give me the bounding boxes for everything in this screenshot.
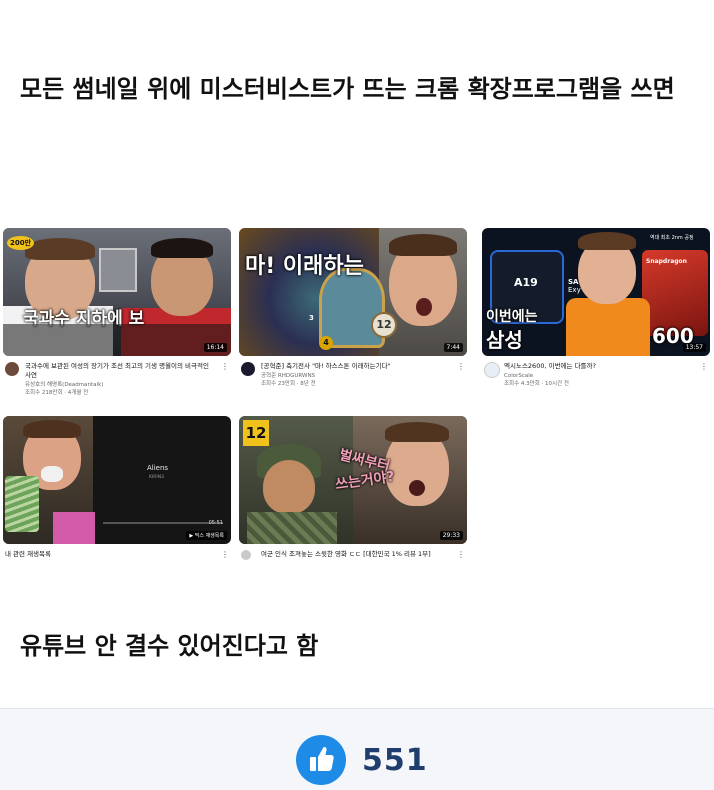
video-title[interactable]: [공혁준] 축기전사 "마! 하스스톤 이래하는기다" xyxy=(261,362,451,371)
sa-label: SA xyxy=(568,278,579,286)
face-shape xyxy=(263,460,315,514)
exy-label: Exy xyxy=(568,286,581,294)
video-card[interactable]: 200만 국과수 지하에 보 16:14 국과수에 보관된 여성의 장기가 조선… xyxy=(3,228,231,405)
more-options-icon[interactable]: ⋮ xyxy=(221,362,229,371)
uniform-shape xyxy=(247,512,337,544)
video-card[interactable]: Aliens KIRIN3 ▶ 믹스 재생목록 05:51 내 관련 재생목록 … xyxy=(3,416,231,593)
money-stack xyxy=(5,476,39,532)
pink-shirt xyxy=(53,512,95,544)
corner-note: 역대 최초 2nm 공정 xyxy=(650,235,694,241)
thumbnail-overlay-text: 마! 이래하는 xyxy=(245,254,364,279)
video-title[interactable]: 여군 인식 조져놓는 스윗한 영화 ㄷㄷ [대한민국 1% 리뷰 1부] xyxy=(261,550,451,559)
channel-avatar[interactable] xyxy=(241,550,251,560)
mix-title: Aliens xyxy=(147,464,169,472)
video-duration: 29:33 xyxy=(439,531,463,540)
mix-artist: KIRIN3 xyxy=(149,475,164,480)
channel-avatar[interactable] xyxy=(241,362,255,376)
vest-shape xyxy=(566,298,650,356)
video-duration: 16:14 xyxy=(203,343,227,352)
like-button[interactable] xyxy=(296,735,346,785)
hair-shape xyxy=(389,234,457,256)
channel-name[interactable]: 유성호의 해명록(Deadmantalk) xyxy=(25,381,215,389)
mouth-shape xyxy=(416,298,432,316)
video-stats: 조회수 4.3만회 · 10시간 전 xyxy=(504,381,569,387)
playlist-chip[interactable]: ▶ 믹스 재생목록 xyxy=(186,531,227,540)
video-thumbnail[interactable]: 200만 국과수 지하에 보 16:14 xyxy=(3,228,231,356)
thumbs-up-icon xyxy=(310,746,334,771)
post-headline: 모든 썸네일 위에 미스터비스트가 뜨는 크롬 확장프로그램을 쓰면 xyxy=(20,75,675,103)
playlist-label: 믹스 재생목록 xyxy=(194,533,224,539)
hair-shape xyxy=(23,420,81,438)
video-duration: 7:44 xyxy=(443,343,463,352)
badge-200: 200만 xyxy=(7,236,35,250)
video-title[interactable]: 엑시노스2600, 이번에는 다를까? xyxy=(504,362,694,371)
hair-shape xyxy=(385,422,449,442)
video-duration: 13:57 xyxy=(682,343,706,352)
mana-gem: 12 xyxy=(371,312,397,338)
reaction-bar: 551 xyxy=(0,708,714,790)
channel-name[interactable]: 공혁준 RHDGURWNS xyxy=(261,372,451,380)
video-duration: 05:51 xyxy=(208,520,223,526)
video-title[interactable]: 국과수에 보관된 여성의 장기가 조선 최고의 기생 명월이의 비극적인 사연 xyxy=(25,362,215,380)
video-stats: 조회수 218만회 · 4개월 전 xyxy=(25,390,89,396)
like-count: 551 xyxy=(362,743,428,778)
more-options-icon[interactable]: ⋮ xyxy=(700,362,708,371)
video-stats: 조회수 23만회 · 8년 전 xyxy=(261,381,316,387)
chip-label: A19 xyxy=(514,276,538,289)
thumbnail-overlay-text: 삼성 xyxy=(486,328,523,352)
video-thumbnail[interactable]: A19 역대 최초 2nm 공정 Snapdragon SA Exy 이번에는 … xyxy=(482,228,710,356)
video-card[interactable]: 12 벌써부터 쓰는거야? 29:33 여군 인식 조져놓는 스윗한 영화 ㄷㄷ… xyxy=(239,416,467,593)
video-thumbnail[interactable]: 12 4 3 마! 이래하는 7:44 xyxy=(239,228,467,356)
attack-gem: 4 xyxy=(319,336,333,350)
post-caption: 유튜브 안 결수 있어진다고 함 xyxy=(20,632,319,660)
channel-avatar[interactable] xyxy=(484,362,500,378)
hair-shape xyxy=(25,238,95,260)
video-card[interactable]: 12 4 3 마! 이래하는 7:44 [공혁준] 축기전사 "마! 하스스톤 … xyxy=(239,228,467,405)
more-options-icon[interactable]: ⋮ xyxy=(457,362,465,371)
video-card[interactable]: A19 역대 최초 2nm 공정 Snapdragon SA Exy 이번에는 … xyxy=(482,228,710,405)
frame-box xyxy=(99,248,137,292)
more-options-icon[interactable]: ⋮ xyxy=(457,550,465,559)
video-thumbnail[interactable]: Aliens KIRIN3 ▶ 믹스 재생목록 05:51 xyxy=(3,416,231,544)
more-options-icon[interactable]: ⋮ xyxy=(221,550,229,559)
thumbnail-overlay-text: 이번에는 xyxy=(486,309,538,325)
channel-avatar[interactable] xyxy=(5,362,19,376)
video-title[interactable]: 내 관련 재생목록 xyxy=(5,550,195,559)
video-thumbnail[interactable]: 12 벌써부터 쓰는거야? 29:33 xyxy=(239,416,467,544)
mouth-shape xyxy=(41,466,63,482)
mouth-shape xyxy=(409,480,425,496)
hair-shape xyxy=(151,238,213,258)
progress-track xyxy=(103,522,223,524)
snapdragon-label: Snapdragon xyxy=(646,258,687,265)
channel-name[interactable]: ColorScale xyxy=(504,372,694,380)
age-rating-badge: 12 xyxy=(243,420,269,446)
hair-shape xyxy=(578,232,636,250)
small-number: 3 xyxy=(309,314,314,322)
